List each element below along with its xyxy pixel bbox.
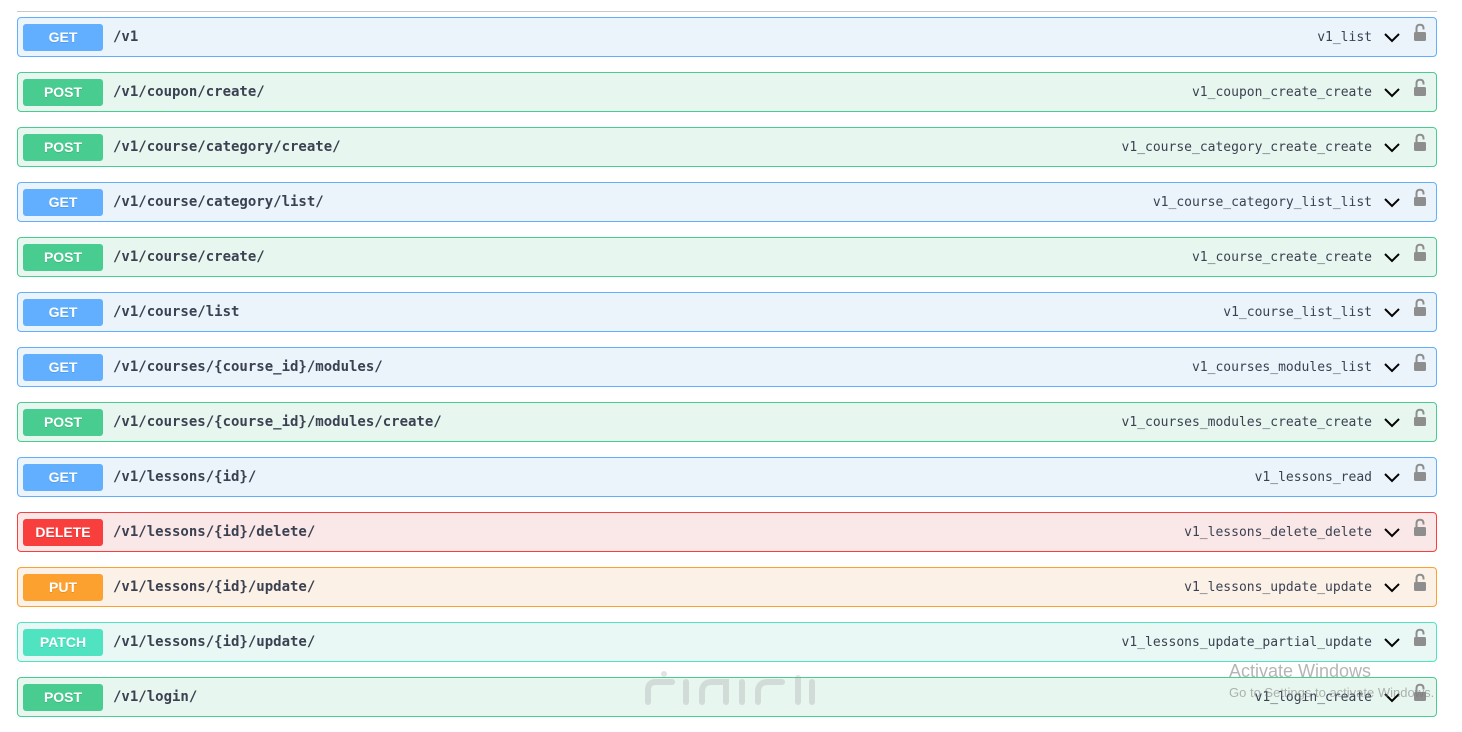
operation-id: v1_course_create_create bbox=[1191, 249, 1372, 265]
method-badge: POST bbox=[23, 408, 103, 436]
operation-get-row[interactable]: GET/v1/course/list v1_course_list_list bbox=[17, 292, 1437, 332]
operation-post-row[interactable]: POST/v1/login/v1_login_create bbox=[17, 677, 1437, 717]
operation-patch-row[interactable]: PATCH/v1/lessons/{id}/update/v1_lessons_… bbox=[17, 622, 1437, 662]
chevron-down-icon[interactable] bbox=[1382, 687, 1402, 707]
operation-path[interactable]: /v1/course/category/create/ bbox=[113, 139, 341, 155]
method-badge: POST bbox=[23, 78, 103, 106]
operations-list: GET/v1 v1_list POST/v1/coupon/create/v1_co… bbox=[17, 17, 1437, 732]
chevron-down-icon[interactable] bbox=[1382, 82, 1402, 102]
operation-id: v1_course_category_create_create bbox=[1121, 139, 1372, 155]
operation-id: v1_lessons_update_partial_update bbox=[1121, 634, 1372, 650]
operation-put-row[interactable]: PUT/v1/lessons/{id}/update/v1_lessons_up… bbox=[17, 567, 1437, 607]
lock-icon[interactable] bbox=[1412, 463, 1428, 483]
lock-icon[interactable] bbox=[1412, 353, 1428, 373]
chevron-down-icon[interactable] bbox=[1382, 192, 1402, 212]
method-badge: POST bbox=[23, 243, 103, 271]
lock-icon[interactable] bbox=[1412, 298, 1428, 318]
operation-get-row[interactable]: GET/v1/lessons/{id}/ v1_lessons_read bbox=[17, 457, 1437, 497]
lock-icon[interactable] bbox=[1412, 573, 1428, 593]
method-badge: POST bbox=[23, 133, 103, 161]
lock-icon[interactable] bbox=[1412, 188, 1428, 208]
chevron-down-icon[interactable] bbox=[1382, 412, 1402, 432]
operation-post-row[interactable]: POST/v1/courses/{course_id}/modules/crea… bbox=[17, 402, 1437, 442]
operation-path[interactable]: /v1/course/list bbox=[113, 304, 239, 320]
operation-id: v1_lessons_read bbox=[1254, 469, 1372, 485]
operation-path[interactable]: /v1/lessons/{id}/update/ bbox=[113, 579, 315, 595]
chevron-down-icon[interactable] bbox=[1382, 137, 1402, 157]
operation-id: v1_course_category_list_list bbox=[1152, 194, 1372, 210]
lock-icon[interactable] bbox=[1412, 628, 1428, 648]
method-badge: DELETE bbox=[23, 518, 103, 546]
method-badge: POST bbox=[23, 683, 103, 711]
method-badge: PUT bbox=[23, 573, 103, 601]
method-badge: GET bbox=[23, 298, 103, 326]
operation-delete-row[interactable]: DELETE/v1/lessons/{id}/delete/v1_lessons… bbox=[17, 512, 1437, 552]
operation-id: v1_list bbox=[1317, 29, 1372, 45]
chevron-down-icon[interactable] bbox=[1382, 302, 1402, 322]
operation-id: v1_courses_modules_list bbox=[1191, 359, 1372, 375]
operation-id: v1_coupon_create_create bbox=[1191, 84, 1372, 100]
chevron-down-icon[interactable] bbox=[1382, 247, 1402, 267]
operation-get-row[interactable]: GET/v1/course/category/list/v1_course_ca… bbox=[17, 182, 1437, 222]
chevron-down-icon[interactable] bbox=[1382, 577, 1402, 597]
operation-post-row[interactable]: POST/v1/course/create/v1_course_create_c… bbox=[17, 237, 1437, 277]
lock-icon[interactable] bbox=[1412, 408, 1428, 428]
method-badge: GET bbox=[23, 23, 103, 51]
operation-post-row[interactable]: POST/v1/coupon/create/v1_coupon_create_c… bbox=[17, 72, 1437, 112]
operation-path[interactable]: /v1/course/create/ bbox=[113, 249, 265, 265]
chevron-down-icon[interactable] bbox=[1382, 357, 1402, 377]
method-badge: GET bbox=[23, 188, 103, 216]
lock-icon[interactable] bbox=[1412, 683, 1428, 703]
operation-id: v1_course_list_list bbox=[1223, 304, 1372, 320]
operation-path[interactable]: /v1/courses/{course_id}/modules/create/ bbox=[113, 414, 442, 430]
operation-path[interactable]: /v1/course/category/list/ bbox=[113, 194, 324, 210]
operation-id: v1_login_create bbox=[1254, 689, 1372, 705]
operation-path[interactable]: /v1/courses/{course_id}/modules/ bbox=[113, 359, 383, 375]
lock-icon[interactable] bbox=[1412, 518, 1428, 538]
operation-post-row[interactable]: POST/v1/course/category/create/v1_course… bbox=[17, 127, 1437, 167]
chevron-down-icon[interactable] bbox=[1382, 632, 1402, 652]
chevron-down-icon[interactable] bbox=[1382, 467, 1402, 487]
operation-path[interactable]: /v1/lessons/{id}/update/ bbox=[113, 634, 315, 650]
lock-icon[interactable] bbox=[1412, 78, 1428, 98]
method-badge: GET bbox=[23, 463, 103, 491]
chevron-down-icon[interactable] bbox=[1382, 522, 1402, 542]
lock-icon[interactable] bbox=[1412, 243, 1428, 263]
method-badge: GET bbox=[23, 353, 103, 381]
operation-path[interactable]: /v1/lessons/{id}/ bbox=[113, 469, 256, 485]
operation-id: v1_lessons_delete_delete bbox=[1184, 524, 1372, 540]
section-divider bbox=[17, 11, 1437, 12]
lock-icon[interactable] bbox=[1412, 23, 1428, 43]
chevron-down-icon[interactable] bbox=[1382, 27, 1402, 47]
operation-path[interactable]: /v1/login/ bbox=[113, 689, 197, 705]
operation-path[interactable]: /v1 bbox=[113, 29, 138, 45]
operation-get-row[interactable]: GET/v1 v1_list bbox=[17, 17, 1437, 57]
operation-path[interactable]: /v1/coupon/create/ bbox=[113, 84, 265, 100]
operation-get-row[interactable]: GET/v1/courses/{course_id}/modules/v1_co… bbox=[17, 347, 1437, 387]
operation-path[interactable]: /v1/lessons/{id}/delete/ bbox=[113, 524, 315, 540]
lock-icon[interactable] bbox=[1412, 133, 1428, 153]
method-badge: PATCH bbox=[23, 628, 103, 656]
operation-id: v1_courses_modules_create_create bbox=[1121, 414, 1372, 430]
operation-id: v1_lessons_update_update bbox=[1184, 579, 1372, 595]
